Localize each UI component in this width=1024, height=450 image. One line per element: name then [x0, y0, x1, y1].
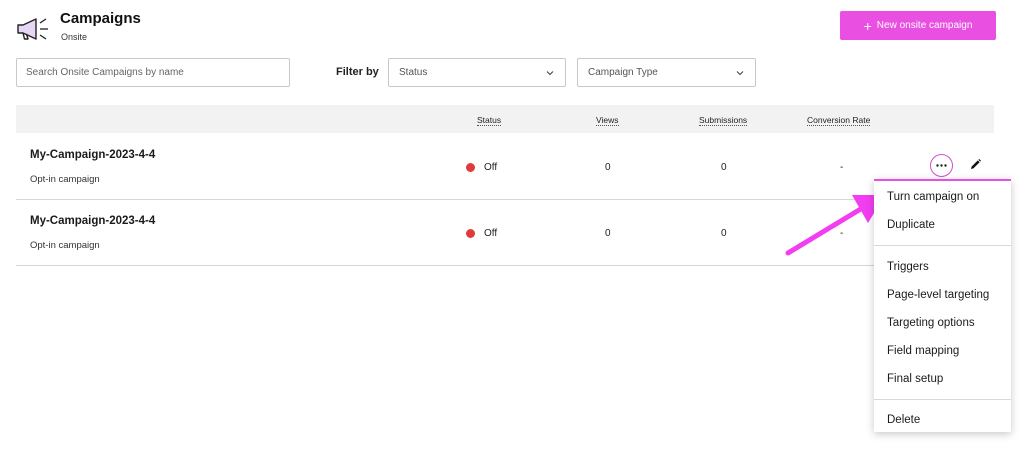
table-row[interactable]: My-Campaign-2023-4-4 Opt-in campaign Off…: [16, 200, 994, 266]
menu-item-delete[interactable]: Delete: [887, 414, 920, 426]
status-value: Off: [484, 228, 498, 239]
menu-item-triggers[interactable]: Triggers: [887, 261, 929, 273]
ellipsis-icon: [936, 164, 947, 167]
new-onsite-campaign-label: New onsite campaign: [876, 20, 973, 31]
megaphone-icon: [17, 18, 48, 40]
views-value: 0: [605, 162, 611, 173]
status-value: Off: [484, 162, 498, 173]
filter-by-label: Filter by: [336, 66, 379, 78]
menu-item-page-level-targeting[interactable]: Page-level targeting: [887, 289, 989, 301]
pencil-icon[interactable]: [967, 157, 983, 173]
campaign-name[interactable]: My-Campaign-2023-4-4: [30, 215, 155, 227]
chevron-down-icon: [736, 70, 744, 75]
campaign-type-select[interactable]: Campaign Type: [577, 58, 756, 87]
status-dot-icon: [466, 163, 475, 172]
new-onsite-campaign-button[interactable]: + New onsite campaign: [840, 11, 996, 40]
menu-item-targeting-options[interactable]: Targeting options: [887, 317, 975, 329]
views-value: 0: [605, 228, 611, 239]
page-title: Campaigns: [60, 10, 141, 27]
campaign-name[interactable]: My-Campaign-2023-4-4: [30, 149, 155, 161]
column-header-views[interactable]: Views: [596, 115, 619, 126]
menu-divider: [874, 245, 1011, 246]
menu-item-duplicate[interactable]: Duplicate: [887, 219, 935, 231]
column-header-status[interactable]: Status: [477, 115, 502, 126]
status-dot-icon: [466, 229, 475, 238]
submissions-value: 0: [721, 162, 727, 173]
table-header: Status Views Submissions Conversion Rate: [16, 105, 994, 133]
plus-icon: +: [863, 17, 872, 34]
column-header-conversion-rate[interactable]: Conversion Rate: [807, 115, 871, 126]
submissions-value: 0: [721, 228, 727, 239]
status-select-value: Status: [399, 67, 428, 78]
campaign-type-select-value: Campaign Type: [588, 67, 658, 78]
menu-item-field-mapping[interactable]: Field mapping: [887, 345, 959, 357]
chevron-down-icon: [546, 70, 554, 75]
campaign-type: Opt-in campaign: [30, 174, 100, 185]
conversion-rate-value: -: [840, 162, 844, 173]
status-select[interactable]: Status: [388, 58, 566, 87]
page-subtitle: Onsite: [61, 32, 88, 42]
search-input[interactable]: [16, 58, 290, 87]
conversion-rate-value: -: [840, 228, 844, 239]
menu-divider: [874, 399, 1011, 400]
table-row[interactable]: My-Campaign-2023-4-4 Opt-in campaign Off…: [16, 134, 994, 200]
menu-item-final-setup[interactable]: Final setup: [887, 373, 943, 385]
column-header-submissions[interactable]: Submissions: [699, 115, 748, 126]
menu-item-turn-campaign-on[interactable]: Turn campaign on: [887, 191, 979, 203]
campaign-type: Opt-in campaign: [30, 240, 100, 251]
row-actions-menu: Turn campaign on Duplicate Triggers Page…: [874, 179, 1011, 432]
more-actions-button[interactable]: [930, 154, 953, 177]
